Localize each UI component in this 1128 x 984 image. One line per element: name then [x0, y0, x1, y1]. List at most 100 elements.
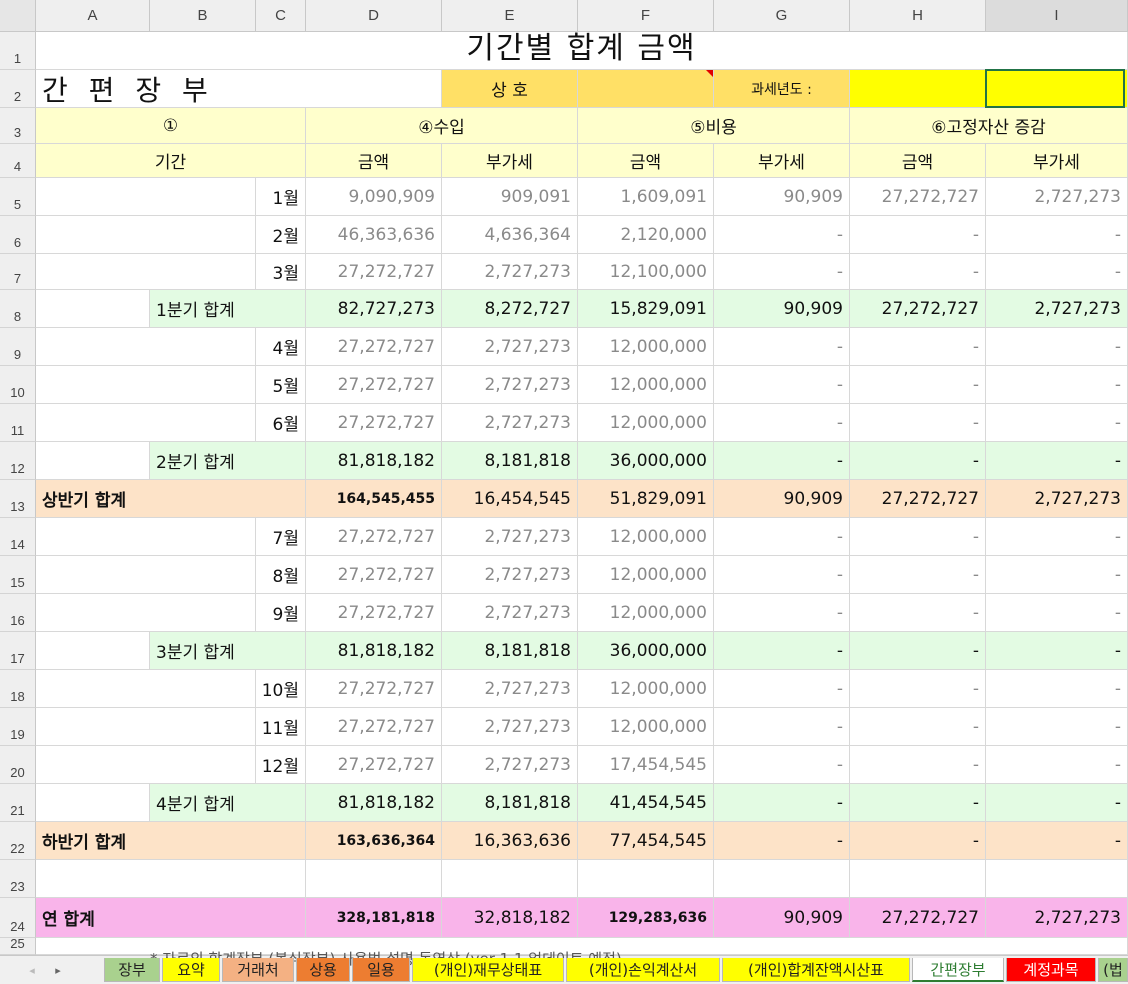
- value-cell[interactable]: -: [714, 518, 850, 556]
- quarter-total-label[interactable]: 4분기 합계: [150, 784, 306, 822]
- value-cell[interactable]: -: [850, 404, 986, 442]
- value-cell[interactable]: 27,272,727: [306, 404, 442, 442]
- column-header-h[interactable]: H: [850, 0, 986, 32]
- value-cell[interactable]: -: [714, 708, 850, 746]
- row-header-18[interactable]: 18: [0, 670, 36, 708]
- month-label[interactable]: 5월: [256, 366, 306, 404]
- sheet-tab[interactable]: 간편장부: [912, 958, 1004, 982]
- value-cell[interactable]: 8,181,818: [442, 442, 578, 480]
- row-header-4[interactable]: 4: [0, 144, 36, 178]
- value-cell[interactable]: 2,727,273: [442, 746, 578, 784]
- value-cell[interactable]: -: [986, 518, 1128, 556]
- value-cell[interactable]: 51,829,091: [578, 480, 714, 518]
- sheet-tab[interactable]: (개인)손익계산서: [566, 958, 720, 982]
- value-cell[interactable]: -: [986, 442, 1128, 480]
- row-header-23[interactable]: 23: [0, 860, 36, 898]
- value-cell[interactable]: 90,909: [714, 898, 850, 938]
- value-cell[interactable]: 12,000,000: [578, 404, 714, 442]
- column-header-e[interactable]: E: [442, 0, 578, 32]
- value-cell[interactable]: 16,363,636: [442, 822, 578, 860]
- quarter-total-label[interactable]: 3분기 합계: [150, 632, 306, 670]
- value-cell[interactable]: 163,636,364: [306, 822, 442, 860]
- value-cell[interactable]: -: [850, 366, 986, 404]
- value-cell[interactable]: -: [850, 784, 986, 822]
- blank-cell[interactable]: [36, 404, 256, 442]
- value-cell[interactable]: 9,090,909: [306, 178, 442, 216]
- value-cell[interactable]: -: [714, 404, 850, 442]
- value-cell[interactable]: 17,454,545: [578, 746, 714, 784]
- column-header-g[interactable]: G: [714, 0, 850, 32]
- month-label[interactable]: 3월: [256, 254, 306, 290]
- value-cell[interactable]: 2,727,273: [442, 708, 578, 746]
- vat-header[interactable]: 부가세: [442, 144, 578, 178]
- blank-cell[interactable]: [36, 178, 256, 216]
- value-cell[interactable]: -: [714, 366, 850, 404]
- blank-cell[interactable]: [36, 594, 256, 632]
- row-header-22[interactable]: 22: [0, 822, 36, 860]
- value-cell[interactable]: 2,727,273: [986, 480, 1128, 518]
- value-cell[interactable]: -: [986, 670, 1128, 708]
- row-header-17[interactable]: 17: [0, 632, 36, 670]
- value-cell[interactable]: -: [986, 328, 1128, 366]
- year-total-label[interactable]: 연 합계: [36, 898, 306, 938]
- value-cell[interactable]: 90,909: [714, 290, 850, 328]
- value-cell[interactable]: 2,727,273: [442, 404, 578, 442]
- value-cell[interactable]: 81,818,182: [306, 784, 442, 822]
- column-header-a[interactable]: A: [36, 0, 150, 32]
- value-cell[interactable]: 27,272,727: [306, 594, 442, 632]
- row-header-7[interactable]: 7: [0, 254, 36, 290]
- value-cell[interactable]: -: [850, 822, 986, 860]
- month-label[interactable]: 12월: [256, 746, 306, 784]
- value-cell[interactable]: 41,454,545: [578, 784, 714, 822]
- book-name[interactable]: 간 편 장 부: [36, 70, 442, 108]
- value-cell[interactable]: 2,727,273: [442, 670, 578, 708]
- value-cell[interactable]: 46,363,636: [306, 216, 442, 254]
- value-cell[interactable]: [986, 860, 1128, 898]
- sheet-tab[interactable]: (법: [1098, 958, 1128, 982]
- blank-cell[interactable]: [36, 784, 150, 822]
- value-cell[interactable]: 2,727,273: [986, 290, 1128, 328]
- sheet-tab[interactable]: 장부: [104, 958, 160, 982]
- value-cell[interactable]: 36,000,000: [578, 632, 714, 670]
- value-cell[interactable]: 27,272,727: [306, 746, 442, 784]
- value-cell[interactable]: 12,000,000: [578, 366, 714, 404]
- spreadsheet-grid[interactable]: A B C D E F G H I 1 2 3 4 5 6 7 8 9 10 11 12 13 14 15 16 17 18 19 20…: [0, 0, 1128, 955]
- value-cell[interactable]: -: [986, 594, 1128, 632]
- blank-cell[interactable]: [36, 366, 256, 404]
- amount-header[interactable]: 금액: [850, 144, 986, 178]
- half-total-label[interactable]: 하반기 합계: [36, 822, 306, 860]
- amount-header[interactable]: 금액: [306, 144, 442, 178]
- month-label[interactable]: 10월: [256, 670, 306, 708]
- row-header-25[interactable]: 25: [0, 936, 36, 955]
- half-total-label[interactable]: 상반기 합계: [36, 480, 306, 518]
- row-header-16[interactable]: 16: [0, 594, 36, 632]
- row-header-12[interactable]: 12: [0, 442, 36, 480]
- value-cell[interactable]: 27,272,727: [306, 328, 442, 366]
- blank-cell[interactable]: [36, 518, 256, 556]
- next-sheet-icon[interactable]: ▸: [48, 961, 68, 979]
- income-header[interactable]: ④수입: [306, 108, 578, 144]
- value-cell[interactable]: 32,818,182: [442, 898, 578, 938]
- column-header-f[interactable]: F: [578, 0, 714, 32]
- expense-header[interactable]: ⑤비용: [578, 108, 850, 144]
- month-label[interactable]: 7월: [256, 518, 306, 556]
- value-cell[interactable]: 27,272,727: [306, 708, 442, 746]
- sheet-tab[interactable]: 일용: [352, 958, 410, 982]
- row-header-1[interactable]: 1: [0, 32, 36, 70]
- column-header-d[interactable]: D: [306, 0, 442, 32]
- value-cell[interactable]: 129,283,636: [578, 898, 714, 938]
- month-label[interactable]: 9월: [256, 594, 306, 632]
- row-header-20[interactable]: 20: [0, 746, 36, 784]
- row-header-19[interactable]: 19: [0, 708, 36, 746]
- value-cell[interactable]: 16,454,545: [442, 480, 578, 518]
- month-label[interactable]: 8월: [256, 556, 306, 594]
- value-cell[interactable]: -: [714, 746, 850, 784]
- value-cell[interactable]: 27,272,727: [306, 366, 442, 404]
- value-cell[interactable]: -: [714, 822, 850, 860]
- value-cell[interactable]: -: [714, 442, 850, 480]
- period-header[interactable]: 기간: [36, 144, 306, 178]
- value-cell[interactable]: 81,818,182: [306, 632, 442, 670]
- row-header-14[interactable]: 14: [0, 518, 36, 556]
- column-header-b[interactable]: B: [150, 0, 256, 32]
- blank-cell[interactable]: [36, 556, 256, 594]
